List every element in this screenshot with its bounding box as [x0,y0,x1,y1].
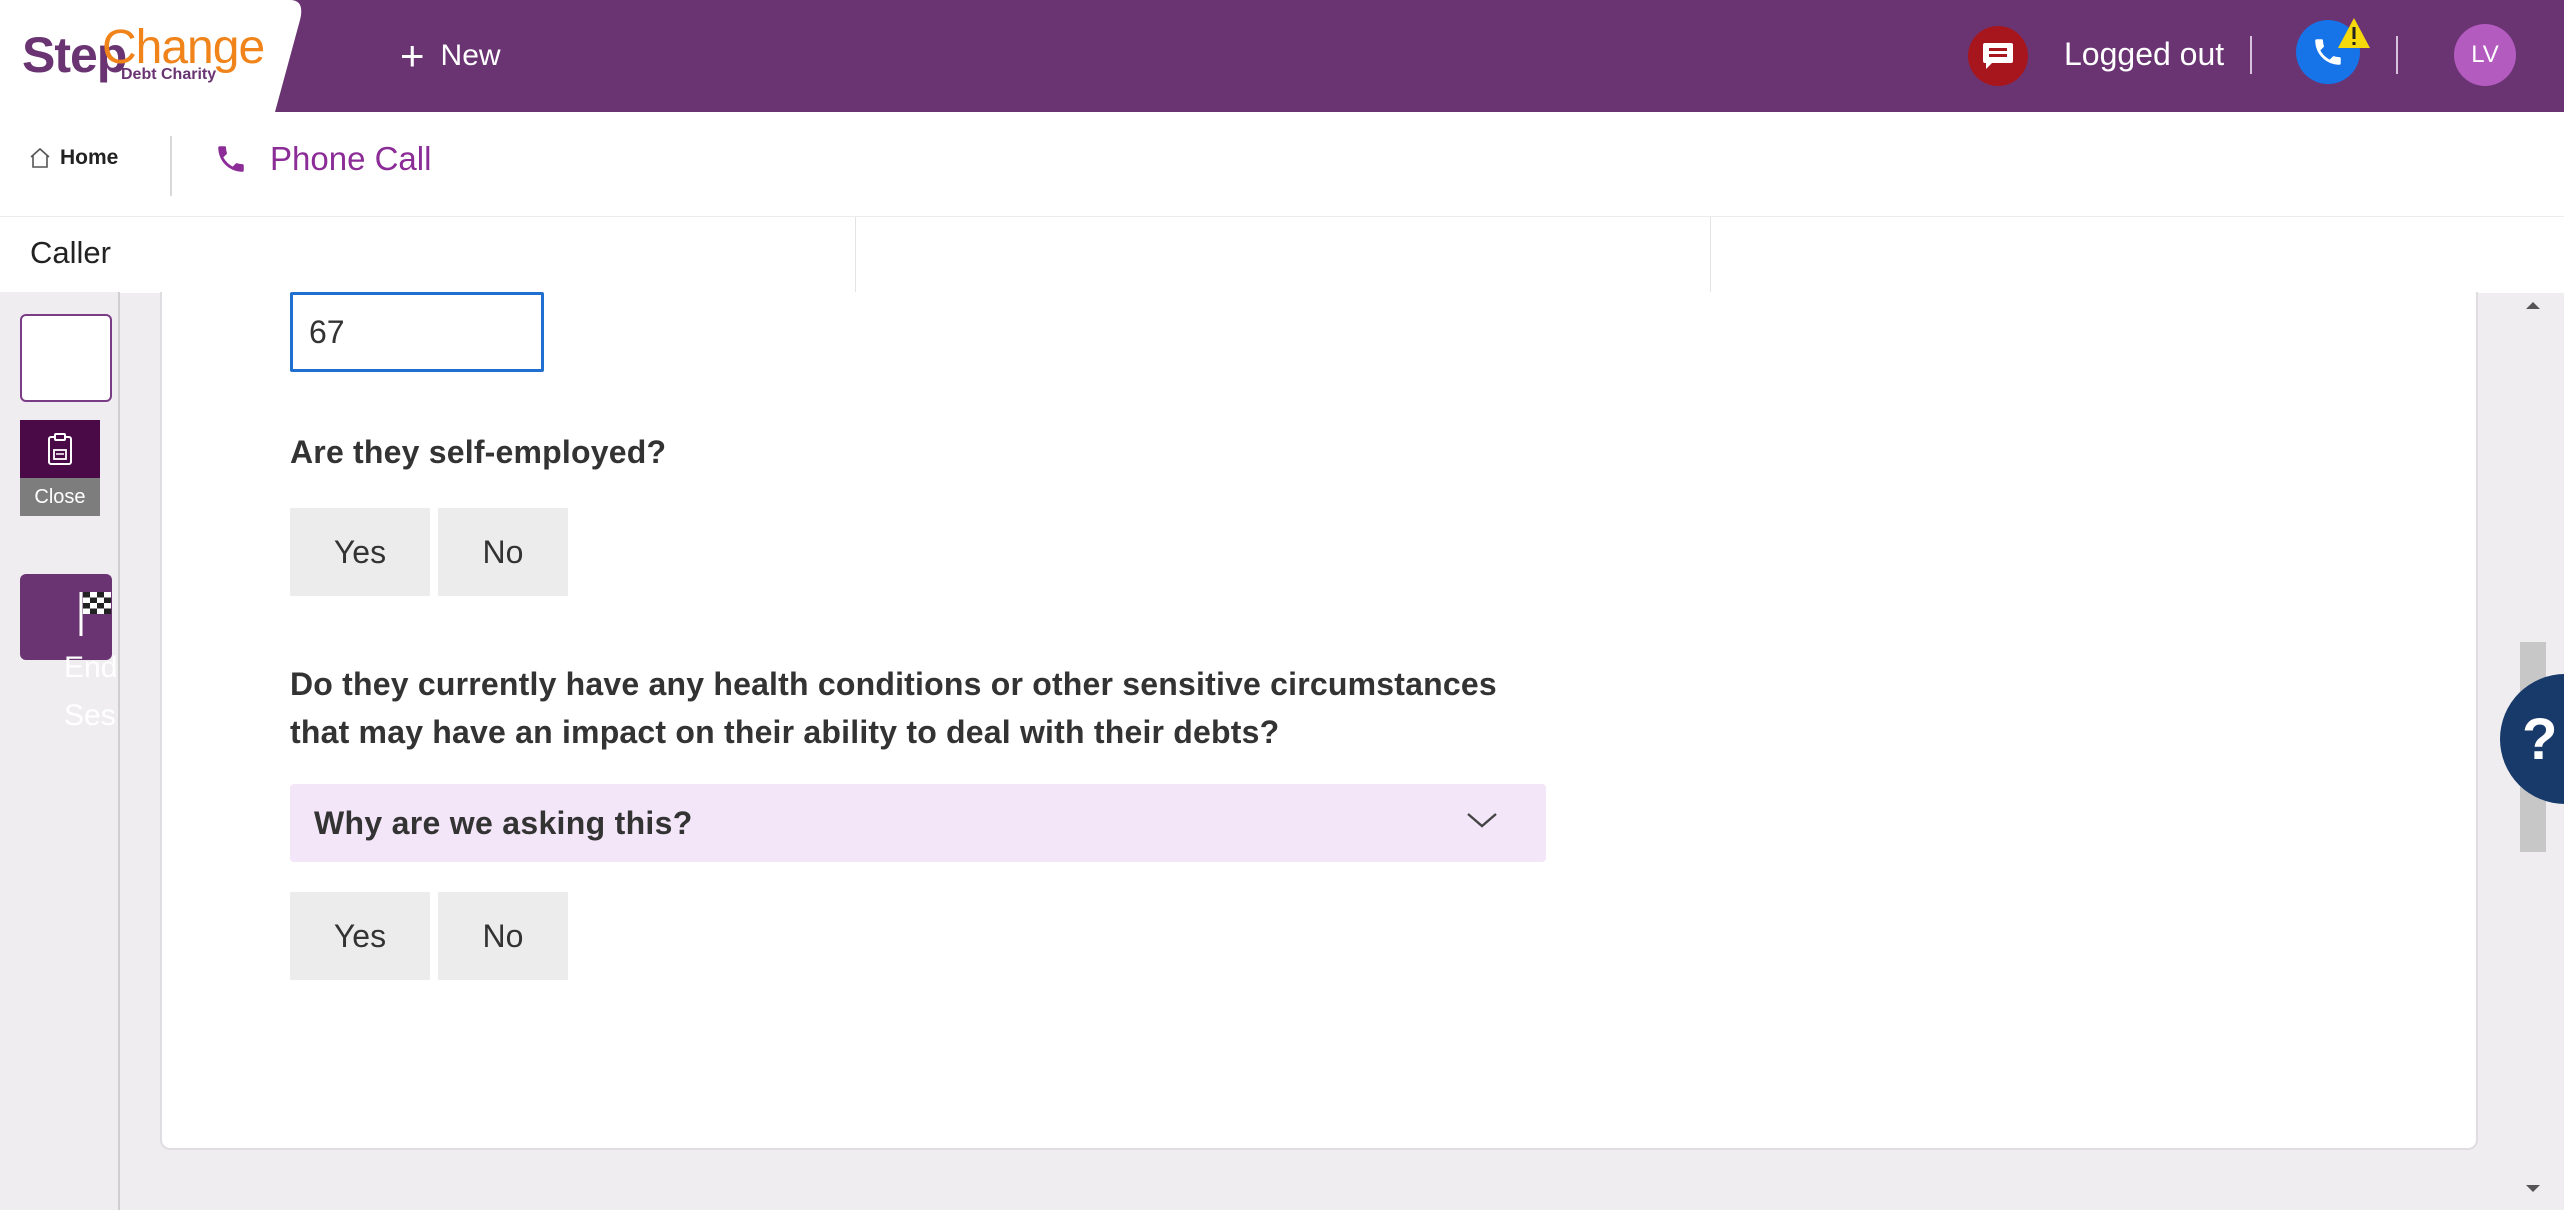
tab-home-label: Home [60,146,119,169]
plus-icon: + [400,32,425,79]
tab-bar: Home Phone Call [0,112,2564,216]
chevron-down-icon [1467,813,1497,828]
tab-phone-call-label: Phone Call [270,140,432,177]
home-icon [30,147,50,168]
tab-phone-call[interactable]: Phone Call [214,140,431,178]
self-employed-no-button[interactable]: No [438,508,568,596]
self-employed-question: Are they self-employed? [290,434,667,470]
avatar-initials: LV [2471,41,2499,68]
new-button[interactable]: + New [400,30,501,82]
header-separator [2250,36,2252,74]
end-session-label-line2: Session [64,699,116,732]
user-avatar[interactable]: LV [2454,24,2516,86]
help-icon: ? [2522,707,2558,772]
caller-column-divider [1710,217,1711,293]
age-input[interactable] [290,292,544,372]
new-button-label: New [440,39,501,72]
caller-column-divider [855,217,856,293]
close-button-label: Close [34,485,86,508]
scroll-up-arrow[interactable] [2522,298,2544,312]
self-employed-yes-button[interactable]: Yes [290,508,430,596]
clipboard-button[interactable] [20,420,100,478]
health-question-line1: Do they currently have any health condit… [290,666,1497,702]
left-rail: Close End Session [0,292,120,1210]
clipboard-icon [48,433,72,465]
header-separator [2396,36,2398,74]
health-question-line2: that may have an impact on their ability… [290,714,1280,750]
top-bar: Step Change Debt Charity + New Logged ou… [0,0,2564,112]
login-status-text: Logged out [2064,36,2225,72]
close-button[interactable]: Close [20,478,100,516]
end-session-label: End Session [64,644,116,740]
warning-icon [2338,18,2370,48]
logo-subtitle: Debt Charity [121,66,217,83]
stepchange-logo[interactable]: Step Change Debt Charity [0,0,305,112]
health-question: Do they currently have any health condit… [290,660,1497,756]
health-yes-button[interactable]: Yes [290,892,430,980]
chat-icon[interactable] [1968,26,2028,86]
caller-header: Caller [0,216,2564,293]
tab-divider [170,136,172,196]
caller-label: Caller [30,235,111,270]
phone-icon [218,146,244,172]
why-asking-label: Why are we asking this? [314,804,693,841]
health-no-button[interactable]: No [438,892,568,980]
tab-home[interactable]: Home [28,146,118,170]
rail-empty-card[interactable] [20,314,112,402]
end-session-label-line1: End [64,651,116,684]
checkered-flag-icon [79,592,111,636]
why-asking-accordion[interactable]: Why are we asking this? [290,784,1546,862]
scroll-down-arrow[interactable] [2522,1182,2544,1196]
